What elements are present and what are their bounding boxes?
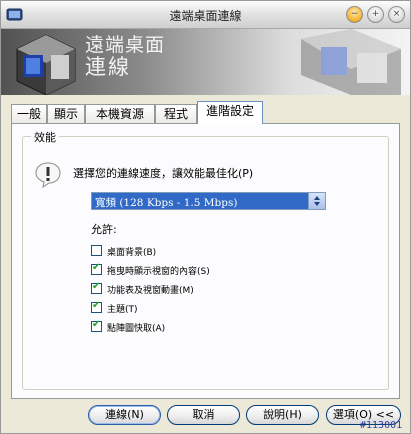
- banner-line-2: 連線: [85, 55, 131, 79]
- connect-button[interactable]: 連線(N): [88, 405, 161, 425]
- option-label: 拖曳時顯示視窗的內容(S): [107, 267, 210, 277]
- title-bar[interactable]: 遠端桌面連線 − + ×: [1, 1, 410, 29]
- dropdown-arrow-button[interactable]: [308, 193, 325, 209]
- option-label: 桌面背景(B): [107, 248, 157, 258]
- banner-decoration-icon: [301, 29, 401, 95]
- image-id-stamp: #113001: [360, 420, 403, 431]
- performance-group-title: 效能: [31, 129, 59, 145]
- advanced-tab-panel: 效能 選擇您的連線速度，讓效能最佳化(P) 寬頻 (128 Kbps - 1.5…: [11, 123, 400, 399]
- help-button[interactable]: 說明(H): [246, 405, 319, 425]
- tab-display[interactable]: 顯示: [47, 104, 85, 123]
- tab-local-resources[interactable]: 本機資源: [85, 104, 155, 123]
- remote-desktop-window: 遠端桌面連線 − + × 遠端桌面 連線 一般 顯示 本機資源 程式 進階設定: [0, 0, 411, 434]
- bitmap-caching-checkbox[interactable]: [91, 319, 102, 332]
- tab-programs[interactable]: 程式: [155, 104, 197, 123]
- allow-label: 允許:: [91, 223, 117, 236]
- maximize-icon: +: [371, 9, 380, 19]
- themes-checkbox[interactable]: [91, 300, 102, 313]
- exclamation-icon: [35, 162, 61, 188]
- banner: 遠端桌面 連線: [1, 29, 410, 95]
- desktop-background-checkbox[interactable]: [91, 245, 102, 256]
- minimize-button[interactable]: −: [346, 6, 363, 23]
- tab-general[interactable]: 一般: [11, 104, 47, 123]
- banner-title: 遠端桌面 連線: [85, 34, 165, 78]
- option-label: 功能表及視窗動畫(M): [107, 286, 194, 296]
- remote-desktop-logo-icon: [16, 34, 76, 95]
- close-icon: ×: [392, 9, 401, 19]
- connection-speed-dropdown[interactable]: 寬頻 (128 Kbps - 1.5 Mbps): [91, 192, 326, 210]
- tab-advanced[interactable]: 進階設定: [197, 101, 263, 124]
- connection-speed-label: 選擇您的連線速度，讓效能最佳化(P): [73, 167, 254, 180]
- close-button[interactable]: ×: [388, 6, 405, 23]
- performance-group: 效能 選擇您的連線速度，讓效能最佳化(P) 寬頻 (128 Kbps - 1.5…: [22, 129, 389, 390]
- banner-line-1: 遠端桌面: [85, 34, 166, 56]
- connection-speed-value: 寬頻 (128 Kbps - 1.5 Mbps): [95, 197, 238, 209]
- chevron-up-down-icon: [314, 196, 320, 206]
- option-label: 點陣圖快取(A): [107, 324, 166, 334]
- cancel-button[interactable]: 取消: [167, 405, 240, 425]
- minimize-icon: −: [350, 9, 359, 19]
- show-window-contents-checkbox[interactable]: [91, 262, 102, 275]
- option-label: 主題(T): [107, 305, 138, 315]
- menu-animation-checkbox[interactable]: [91, 281, 102, 294]
- maximize-button[interactable]: +: [367, 6, 384, 23]
